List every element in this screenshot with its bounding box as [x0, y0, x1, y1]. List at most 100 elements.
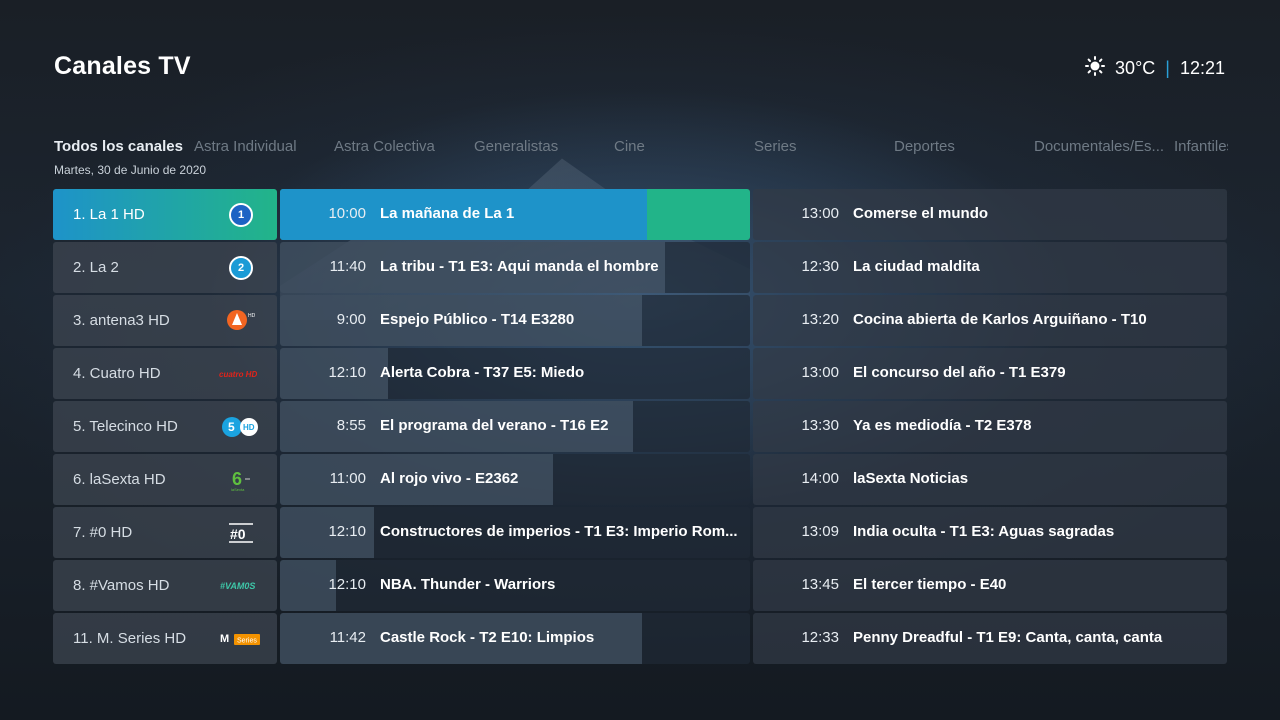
tab-cine[interactable]: Cine — [614, 138, 645, 155]
svg-text:#VAM0S: #VAM0S — [220, 581, 255, 591]
lasexta-logo: 6 laSexta — [219, 467, 263, 493]
now-program[interactable]: 11:00 Al rojo vivo - E2362 — [280, 454, 750, 505]
now-program[interactable]: 10:00 La mañana de La 1 — [280, 189, 750, 240]
category-tabs: Todos los canales Astra Individual Astra… — [54, 138, 1228, 160]
channel-row[interactable]: 5. Telecinco HD 5 HD 8:55 El programa del… — [53, 401, 1227, 452]
svg-text:#0: #0 — [230, 526, 246, 542]
now-program[interactable]: 11:42 Castle Rock - T2 E10: Limpios — [280, 613, 750, 664]
next-program[interactable]: 13:00 Comerse el mundo — [753, 189, 1227, 240]
channel-cell[interactable]: 5. Telecinco HD 5 HD — [53, 401, 277, 452]
now-title: Al rojo vivo - E2362 — [380, 470, 519, 487]
channel-row[interactable]: 4. Cuatro HD cuatro HD 12:10 Alerta Cobr… — [53, 348, 1227, 399]
channel-cell[interactable]: 6. laSexta HD 6 laSexta — [53, 454, 277, 505]
channel-cell[interactable]: 3. antena3 HD HD — [53, 295, 277, 346]
vamos-logo: #VAM0S — [219, 579, 263, 593]
next-program[interactable]: 12:30 La ciudad maldita — [753, 242, 1227, 293]
now-time: 12:10 — [328, 364, 366, 381]
channel-row[interactable]: 1. La 1 HD 1 10:00 La mañana de La 1 13:… — [53, 189, 1227, 240]
now-program[interactable]: 9:00 Espejo Público - T14 E3280 — [280, 295, 750, 346]
channel-name: 5. Telecinco HD — [73, 418, 178, 435]
next-title: India oculta - T1 E3: Aguas sagradas — [853, 523, 1115, 540]
next-program[interactable]: 13:20 Cocina abierta de Karlos Arguiñano… — [753, 295, 1227, 346]
now-program[interactable]: 12:10 NBA. Thunder - Warriors — [280, 560, 750, 611]
next-title: El tercer tiempo - E40 — [853, 576, 1007, 593]
next-time: 12:30 — [801, 258, 839, 275]
now-program[interactable]: 8:55 El programa del verano - T16 E2 — [280, 401, 750, 452]
current-date: Martes, 30 de Junio de 2020 — [54, 163, 207, 177]
status-separator: | — [1165, 58, 1170, 78]
next-title: Cocina abierta de Karlos Arguiñano - T10 — [853, 311, 1147, 328]
page-title: Canales TV — [54, 52, 191, 80]
svg-text:Series: Series — [237, 637, 257, 644]
now-time: 12:10 — [328, 523, 366, 540]
channel-name: 4. Cuatro HD — [73, 365, 161, 382]
now-program[interactable]: 12:10 Constructores de imperios - T1 E3:… — [280, 507, 750, 558]
next-time: 12:33 — [801, 629, 839, 646]
svg-text:M: M — [220, 633, 229, 645]
channel-row[interactable]: 3. antena3 HD HD 9:00 Espejo Público - T… — [53, 295, 1227, 346]
next-time: 13:45 — [801, 576, 839, 593]
next-title: Comerse el mundo — [853, 205, 989, 222]
channel-cell[interactable]: 7. #0 HD #0 — [53, 507, 277, 558]
next-title: laSexta Noticias — [853, 470, 969, 487]
channel-cell[interactable]: 8. #Vamos HD #VAM0S — [53, 560, 277, 611]
svg-text:cuatro HD: cuatro HD — [219, 370, 257, 379]
tab-astra-colectiva[interactable]: Astra Colectiva — [334, 138, 435, 155]
now-title: La tribu - T1 E3: Aqui manda el hombre — [380, 258, 659, 275]
channel-row[interactable]: 8. #Vamos HD #VAM0S 12:10 NBA. Thunder -… — [53, 560, 1227, 611]
now-program[interactable]: 11:40 La tribu - T1 E3: Aqui manda el ho… — [280, 242, 750, 293]
next-time: 13:30 — [801, 417, 839, 434]
now-title: Constructores de imperios - T1 E3: Imper… — [380, 523, 738, 540]
now-time: 10:00 — [328, 205, 366, 222]
channel-cell[interactable]: 11. M. Series HD M Series — [53, 613, 277, 664]
cero-logo: #0 — [219, 522, 263, 544]
now-title: Castle Rock - T2 E10: Limpios — [380, 629, 595, 646]
telecinco-logo: 5 HD — [219, 416, 263, 438]
tab-deportes[interactable]: Deportes — [894, 138, 955, 155]
tab-generalistas[interactable]: Generalistas — [474, 138, 558, 155]
svg-text:HD: HD — [243, 423, 255, 432]
channel-cell[interactable]: 4. Cuatro HD cuatro HD — [53, 348, 277, 399]
tab-astra-individual[interactable]: Astra Individual — [194, 138, 297, 155]
channel-cell[interactable]: 1. La 1 HD 1 — [53, 189, 277, 240]
next-title: Penny Dreadful - T1 E9: Canta, canta, ca… — [853, 629, 1163, 646]
channel-name: 1. La 1 HD — [73, 206, 145, 223]
mseries-logo: M Series — [219, 630, 263, 648]
channel-name: 2. La 2 — [73, 259, 119, 276]
next-program[interactable]: 13:00 El concurso del año - T1 E379 — [753, 348, 1227, 399]
next-program[interactable]: 12:33 Penny Dreadful - T1 E9: Canta, can… — [753, 613, 1227, 664]
antena3-logo: HD — [219, 308, 263, 334]
next-program[interactable]: 14:00 laSexta Noticias — [753, 454, 1227, 505]
now-time: 11:00 — [329, 470, 366, 487]
clock: 12:21 — [1179, 58, 1225, 78]
now-title: El programa del verano - T16 E2 — [380, 417, 609, 434]
tab-infantiles[interactable]: Infantiles — [1174, 138, 1228, 155]
now-time: 8:55 — [336, 417, 366, 434]
now-program[interactable]: 12:10 Alerta Cobra - T37 E5: Miedo — [280, 348, 750, 399]
channel-cell[interactable]: 2. La 2 2 — [53, 242, 277, 293]
tab-series[interactable]: Series — [754, 138, 797, 155]
channel-row[interactable]: 11. M. Series HD M Series 11:42 Castle Ro… — [53, 613, 1227, 664]
channel-row[interactable]: 6. laSexta HD 6 laSexta 11:00 Al rojo viv… — [53, 454, 1227, 505]
svg-text:6: 6 — [232, 469, 242, 489]
svg-text:5: 5 — [228, 420, 235, 434]
channel-row[interactable]: 7. #0 HD #0 12:10 Constructores de imper… — [53, 507, 1227, 558]
next-program[interactable]: 13:30 Ya es mediodía - T2 E378 — [753, 401, 1227, 452]
now-time: 9:00 — [336, 311, 366, 328]
next-time: 14:00 — [801, 470, 839, 487]
channel-name: 3. antena3 HD — [73, 312, 170, 329]
temperature: 30°C — [1115, 58, 1156, 78]
next-program[interactable]: 13:09 India oculta - T1 E3: Aguas sagrad… — [753, 507, 1227, 558]
la1-logo: 1 — [219, 202, 263, 227]
status-bar: 30°C | 12:21 — [1085, 56, 1225, 81]
next-time: 13:09 — [801, 523, 839, 540]
svg-text:HD: HD — [248, 313, 256, 319]
now-title: Espejo Público - T14 E3280 — [380, 311, 575, 328]
next-program[interactable]: 13:45 El tercer tiempo - E40 — [753, 560, 1227, 611]
tab-documentales[interactable]: Documentales/Es... — [1034, 138, 1164, 155]
tab-todos-los-canales[interactable]: Todos los canales — [54, 138, 183, 155]
channel-row[interactable]: 2. La 2 2 11:40 La tribu - T1 E3: Aqui m… — [53, 242, 1227, 293]
now-title: NBA. Thunder - Warriors — [380, 576, 556, 593]
next-title: Ya es mediodía - T2 E378 — [853, 417, 1032, 434]
next-title: El concurso del año - T1 E379 — [853, 364, 1066, 381]
